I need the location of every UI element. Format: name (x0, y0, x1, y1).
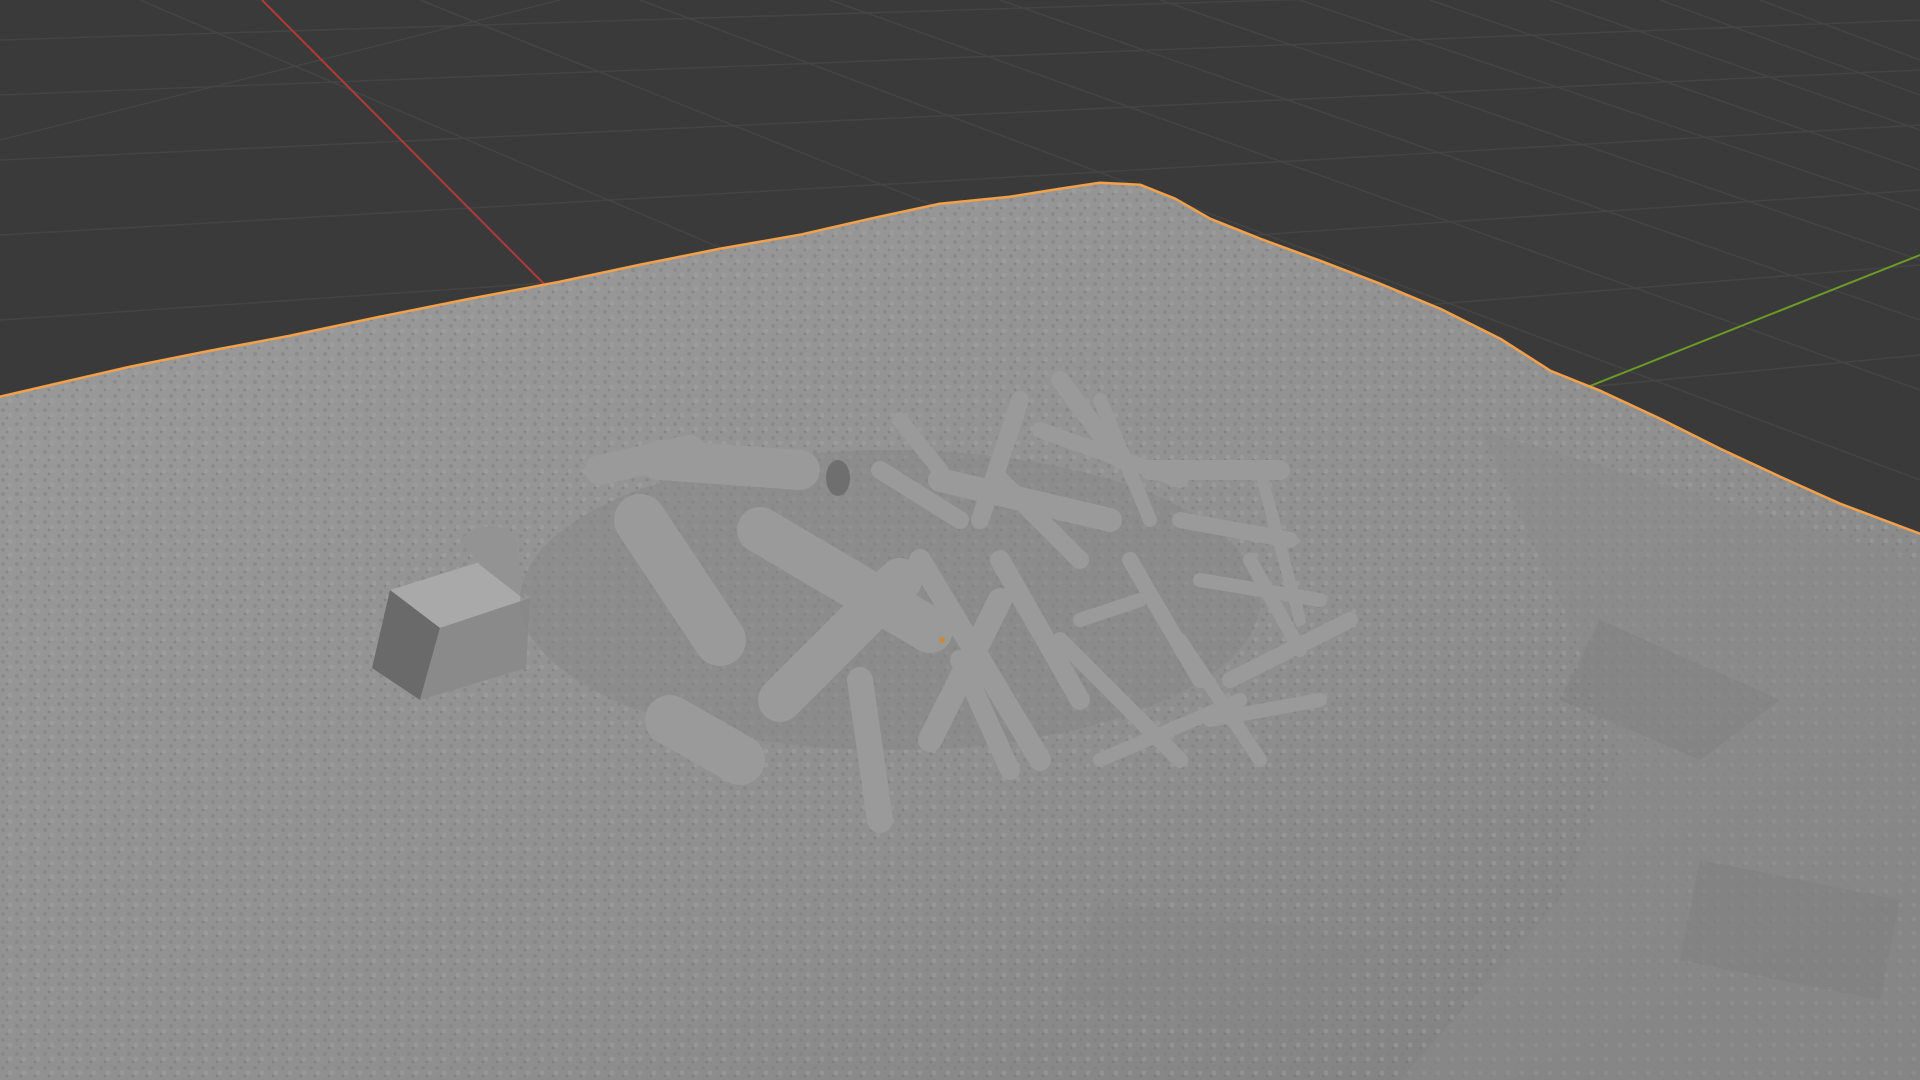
3d-viewport[interactable] (0, 0, 1920, 1080)
3d-cursor-icon (939, 637, 945, 643)
viewport-canvas[interactable] (0, 0, 1920, 1080)
